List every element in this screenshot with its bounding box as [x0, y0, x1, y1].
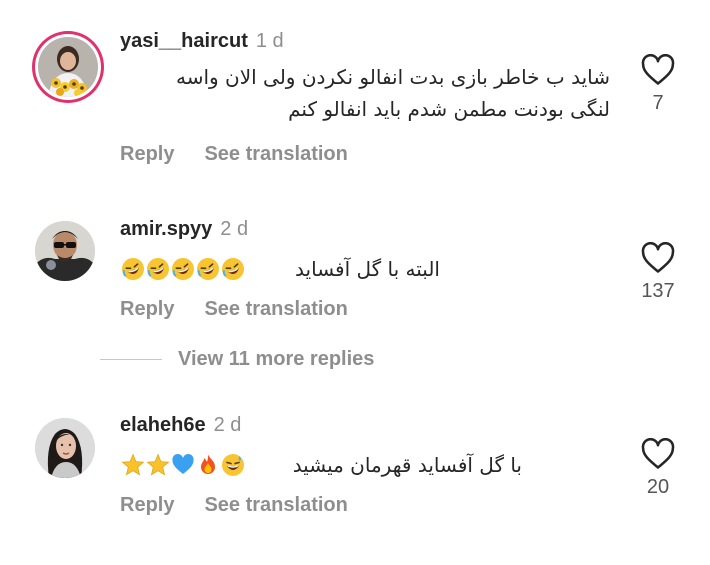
woman-portrait-avatar-icon [35, 418, 95, 478]
timestamp: 2 d [213, 414, 242, 436]
comment-text-line: لنگی بودنت مطمن شدم باید انفالو کنم [288, 97, 610, 121]
fire-emoji-icon [201, 454, 215, 474]
like-count: 20 [646, 476, 670, 498]
comment-actions: Reply See translation [120, 493, 348, 517]
like-control: 137 [640, 242, 676, 303]
avatar[interactable] [35, 418, 95, 478]
reply-button[interactable]: Reply [120, 494, 174, 516]
woman-with-flowers-avatar-icon [38, 37, 98, 97]
see-translation-button[interactable]: See translation [204, 494, 347, 516]
rofl-emoji-icon [222, 258, 244, 280]
comment-header: yasi__haircut 1 d [120, 29, 284, 53]
comment-text-line: شاید ب خاطر بازی بدت انفالو نکردن ولی ال… [175, 65, 610, 89]
star-emoji-icon [146, 453, 170, 476]
comment-text-line: با گل آفساید قهرمان میشید [292, 453, 522, 477]
rofl-emoji-icon [172, 258, 194, 280]
like-count: 7 [652, 92, 664, 114]
divider [100, 359, 162, 360]
see-translation-button[interactable]: See translation [204, 143, 347, 165]
heart-icon[interactable] [641, 54, 675, 86]
see-translation-button[interactable]: See translation [204, 298, 347, 320]
rofl-emoji-icon [122, 258, 144, 280]
timestamp: 1 d [255, 30, 284, 52]
avatar[interactable] [38, 37, 98, 97]
like-count: 137 [641, 280, 675, 302]
like-control: 7 [640, 54, 676, 115]
star-emoji-icon [121, 453, 145, 476]
comment-text: البته با گل آفساید [295, 253, 440, 285]
view-more-replies-label[interactable]: View 11 more replies [178, 348, 374, 371]
like-control: 20 [640, 438, 676, 499]
blue-heart-emoji-icon [172, 454, 194, 474]
comment-text-line: البته با گل آفساید [295, 257, 440, 281]
comment-header: amir.spyy 2 d [120, 217, 248, 241]
heart-icon[interactable] [641, 242, 675, 274]
rofl-emoji-icon [147, 258, 169, 280]
heart-icon[interactable] [641, 438, 675, 470]
username[interactable]: yasi__haircut [120, 30, 248, 52]
rofl-emoji-icon [197, 258, 219, 280]
avatar[interactable] [35, 221, 95, 281]
man-with-sunglasses-avatar-icon [35, 221, 95, 281]
comment-header: elaheh6e 2 d [120, 413, 241, 437]
username[interactable]: amir.spyy [120, 218, 212, 240]
reply-button[interactable]: Reply [120, 298, 174, 320]
comment-actions: Reply See translation [120, 297, 348, 321]
view-more-replies-button[interactable]: View 11 more replies [100, 348, 374, 371]
grin-sweat-emoji-icon [222, 454, 244, 476]
reply-button[interactable]: Reply [120, 143, 174, 165]
emoji-row [121, 453, 245, 477]
comment-actions: Reply See translation [120, 142, 348, 166]
timestamp: 2 d [220, 218, 249, 240]
comment-text: با گل آفساید قهرمان میشید [293, 449, 522, 481]
emoji-row [121, 257, 245, 281]
username[interactable]: elaheh6e [120, 414, 206, 436]
comment-text: شاید ب خاطر بازی بدت انفالو نکردن ولی ال… [176, 61, 610, 125]
